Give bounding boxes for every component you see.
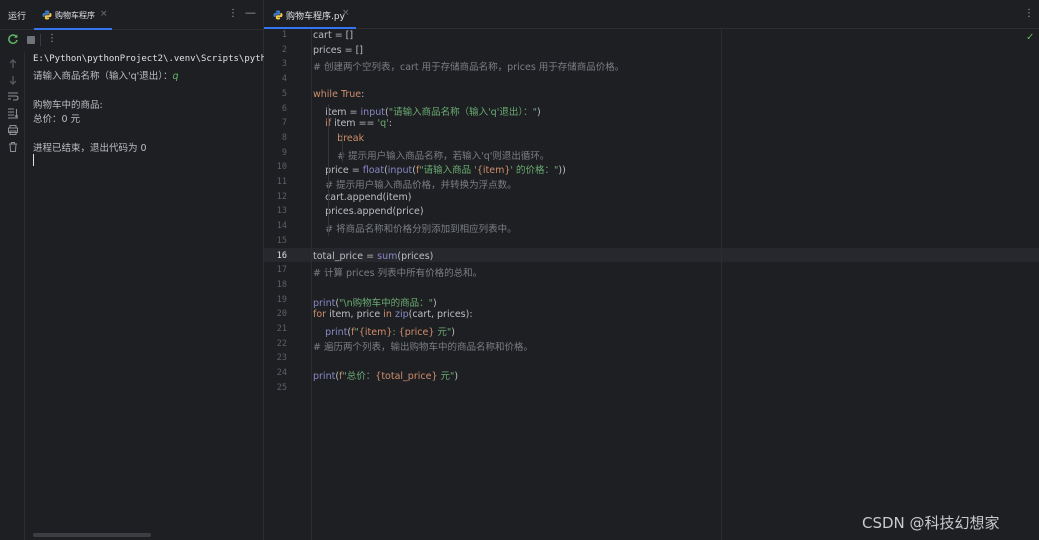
code-line: # 提示用户输入商品名称，若输入'q'则退出循环。: [337, 150, 550, 162]
console-line: 请输入商品名称（输入'q'退出）：q: [33, 68, 179, 82]
line-number: 6: [281, 103, 287, 114]
trash-icon[interactable]: [7, 141, 19, 153]
line-number: 19: [276, 294, 287, 305]
python-file-icon: [42, 10, 52, 20]
line-number: 10: [276, 162, 287, 173]
code-line: while True:: [313, 88, 365, 100]
line-number: 13: [276, 206, 287, 217]
code-line: total_price = sum(prices): [313, 250, 434, 262]
code-line: for item, price in zip(cart, prices):: [313, 309, 473, 321]
line-number: 12: [276, 191, 287, 202]
horizontal-scrollbar[interactable]: [33, 533, 151, 537]
code-line: price = float(input(f"请输入商品 '{item}' 的价格…: [313, 165, 566, 177]
run-tab[interactable]: 购物车程序 ×: [34, 0, 112, 30]
code-line: prices = []: [313, 44, 364, 56]
code-line: prices.append(price): [313, 206, 424, 218]
rerun-icon[interactable]: [7, 33, 19, 45]
run-tab-label: 购物车程序: [55, 11, 95, 20]
minimize-icon[interactable]: —: [245, 6, 256, 19]
line-number: 2: [281, 44, 287, 55]
code-line: print(f"{item}: {price} 元"): [325, 327, 456, 338]
console-output[interactable]: E:\Python\pythonProject2\.venv\Scripts\p…: [33, 52, 299, 532]
more-options-icon[interactable]: ⋮: [47, 33, 57, 44]
line-number: 15: [276, 235, 287, 246]
more-options-icon[interactable]: ⋮: [228, 8, 238, 19]
editor-tab-label: 购物车程序.py: [286, 12, 345, 22]
code-line: item = input("请输入商品名称（输入'q'退出）："): [313, 106, 541, 118]
arrow-down-icon[interactable]: [7, 74, 19, 86]
line-number: 16: [276, 250, 287, 261]
console-line: 总价：0 元: [33, 114, 81, 125]
console-prompt: 请输入商品名称（输入'q'退出）：: [33, 71, 173, 82]
watermark: CSDN @科技幻想家: [862, 514, 1000, 532]
line-number: 20: [276, 309, 287, 320]
arrow-up-icon[interactable]: [7, 58, 19, 70]
line-number: 4: [281, 74, 287, 85]
code-line: print(f"总价：{total_price} 元"): [313, 371, 459, 383]
line-number: 1: [281, 30, 287, 40]
line-number: 9: [281, 147, 287, 158]
close-icon[interactable]: ×: [100, 9, 108, 19]
console-user-input: q: [172, 71, 179, 82]
line-number: 17: [276, 265, 287, 276]
python-file-icon: [273, 10, 283, 20]
line-number: 8: [281, 132, 287, 143]
editor-tab[interactable]: 购物车程序.py ×: [264, 0, 356, 29]
line-number: 5: [281, 88, 287, 99]
run-header: 运行 购物车程序 × ⋮ —: [0, 0, 264, 30]
line-number: 7: [281, 118, 287, 129]
text-caret: [33, 154, 34, 166]
code-line: break: [337, 132, 365, 144]
run-title: 运行: [8, 12, 27, 22]
close-icon[interactable]: ×: [342, 8, 350, 18]
line-number: 21: [276, 324, 287, 334]
code-line: cart = []: [313, 30, 354, 41]
code-editor: 购物车程序.py × ⋮ 1 2 3 4 5 6 7 8 9 10 11 12 13 14 15 16 17 18…: [264, 0, 1039, 540]
code-line: print("\n购物车中的商品："): [313, 297, 437, 309]
console-line: 进程已结束，退出代码为 0: [33, 143, 147, 154]
console-line: 购物车中的商品:: [33, 100, 103, 111]
console-side-toolbar: [0, 52, 25, 540]
line-number: 14: [276, 221, 287, 232]
line-number: 22: [276, 338, 287, 349]
line-number: 25: [276, 382, 287, 393]
indent-guide: [328, 103, 329, 236]
code-area[interactable]: cart = [] prices = [] # 创建两个空列表，cart 用于存储商…: [313, 29, 1033, 540]
line-number: 3: [281, 59, 287, 70]
line-number: 24: [276, 368, 287, 379]
line-number: 23: [276, 353, 287, 364]
line-number: 18: [276, 279, 287, 290]
line-number-gutter[interactable]: 1 2 3 4 5 6 7 8 9 10 11 12 13 14 15 16 17 18 19 20 21 22 23 24 2…: [264, 29, 312, 540]
editor-tab-bar: 购物车程序.py × ⋮: [264, 0, 1039, 29]
more-options-icon[interactable]: ⋮: [1024, 8, 1034, 19]
code-line: # 提示用户输入商品价格，并转换为浮点数。: [325, 180, 517, 191]
code-line: # 计算 prices 列表中所有价格的总和。: [313, 268, 483, 280]
line-number: 11: [276, 177, 287, 187]
print-icon[interactable]: [7, 124, 19, 136]
toolbar-divider: [40, 34, 41, 46]
run-toolbar: ⋮: [0, 30, 264, 50]
code-line: # 遍历两个列表，输出购物车中的商品名称和价格。: [313, 341, 533, 353]
soft-wrap-icon[interactable]: [7, 90, 19, 102]
code-line: # 将商品名称和价格分别添加到相应列表中。: [325, 224, 517, 236]
code-line: if item == 'q':: [325, 118, 392, 130]
console-line: E:\Python\pythonProject2\.venv\Scripts\p…: [33, 54, 299, 64]
scroll-to-end-icon[interactable]: [7, 107, 19, 119]
indent-guide: [342, 132, 343, 163]
run-tool-window: 运行 购物车程序 × ⋮ — ⋮ E:\Python\pythonProject…: [0, 0, 299, 540]
code-line: # 创建两个空列表，cart 用于存储商品名称，prices 用于存储商品价格。: [313, 62, 625, 74]
stop-icon[interactable]: [27, 36, 35, 44]
